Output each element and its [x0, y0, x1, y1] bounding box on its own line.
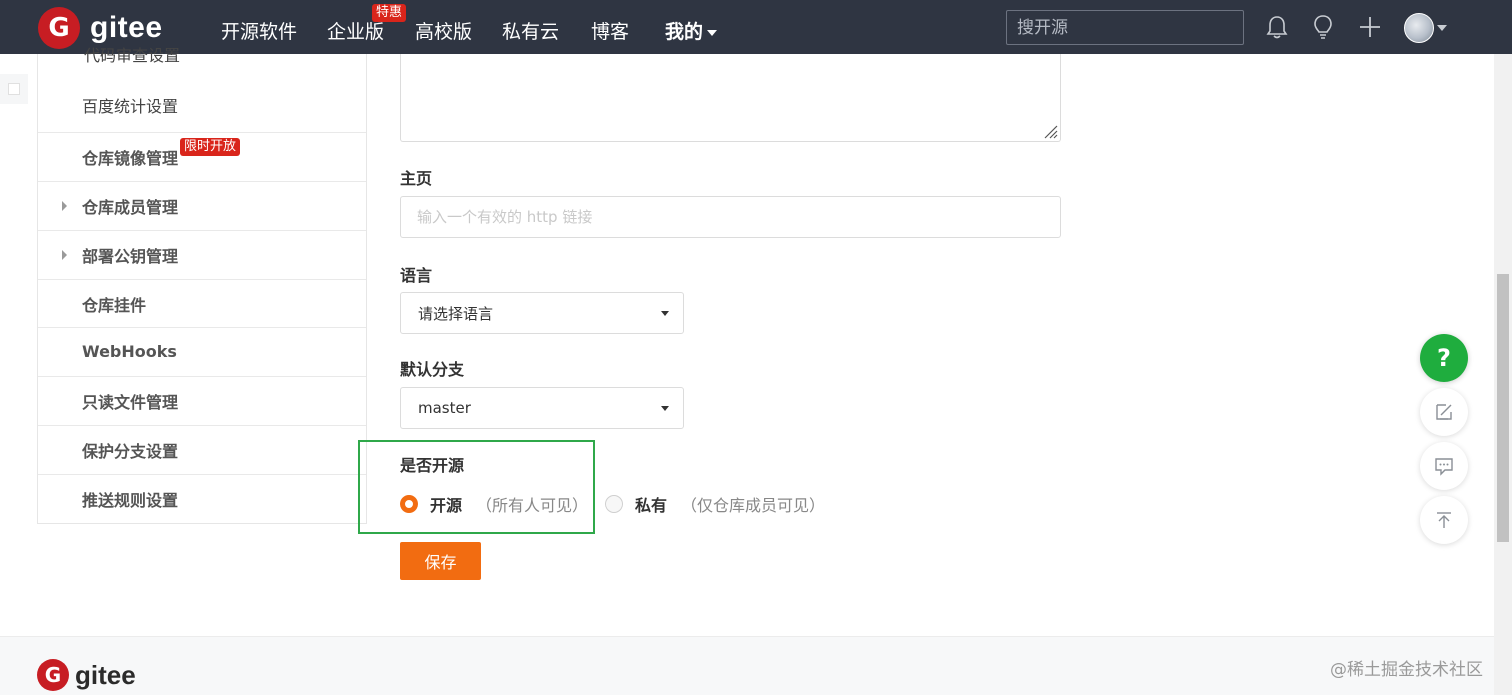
sidebar-item-readonly-files[interactable]: 只读文件管理: [38, 376, 366, 424]
footer-brand[interactable]: G gitee: [37, 659, 136, 691]
sidebar-item-label: WebHooks: [82, 342, 177, 361]
sidebar-collapse-toggle[interactable]: [0, 74, 28, 104]
help-button[interactable]: ?: [1420, 334, 1468, 382]
sidebar-item-label: 部署公钥管理: [82, 246, 179, 266]
comment-icon: [1435, 458, 1453, 476]
language-label: 语言: [400, 266, 433, 285]
homepage-input[interactable]: [400, 196, 1061, 238]
radio-public[interactable]: 开源 （所有人可见）: [400, 492, 588, 516]
sidebar-item-label: 仓库成员管理: [82, 197, 179, 217]
radio-private[interactable]: 私有 （仅仓库成员可见）: [605, 492, 825, 516]
sidebar-item-label: 推送规则设置: [82, 490, 179, 510]
sidebar-item-push-rules[interactable]: 推送规则设置: [38, 474, 366, 522]
description-textarea[interactable]: [400, 54, 1061, 142]
visibility-label: 是否开源: [400, 456, 465, 475]
scrollbar-thumb[interactable]: [1497, 274, 1509, 542]
settings-sidebar: 代码审查设置 百度统计设置 仓库镜像管理 仓库成员管理 部署公钥管理 仓库挂件 …: [37, 46, 367, 524]
back-to-top-icon: [1437, 512, 1451, 528]
gitee-logo-icon: G: [38, 7, 80, 49]
default-branch-select[interactable]: master: [400, 387, 684, 429]
limited-badge: 限时开放: [180, 138, 241, 156]
bell-icon[interactable]: [1263, 13, 1291, 41]
radio-public-note: （所有人可见）: [476, 496, 589, 515]
default-branch-label: 默认分支: [400, 360, 465, 379]
sidebar-item-widgets[interactable]: 仓库挂件: [38, 279, 366, 327]
nav-open-source[interactable]: 开源软件: [221, 17, 297, 44]
visibility-highlight-box: [358, 440, 595, 534]
edit-icon: [1436, 404, 1452, 420]
search-input[interactable]: [1006, 10, 1244, 45]
sidebar-item-partial[interactable]: 代码审查设置: [84, 42, 180, 64]
help-icon: ?: [1437, 344, 1451, 372]
back-to-top-button[interactable]: [1420, 496, 1468, 544]
sidebar-item-label: 仓库挂件: [82, 295, 147, 315]
watermark-text: @稀土掘金技术社区: [1330, 660, 1483, 680]
sidebar-item-deploy-keys[interactable]: 部署公钥管理: [38, 230, 366, 278]
resize-grip-icon[interactable]: [1042, 123, 1058, 139]
brand-name: gitee: [90, 11, 163, 44]
page-footer: G gitee @稀土掘金技术社区: [0, 636, 1494, 695]
homepage-label: 主页: [400, 169, 433, 188]
nav-mine[interactable]: 我的: [665, 17, 718, 44]
language-select-value: 请选择语言: [418, 304, 494, 323]
gitee-footer-logo-icon: G: [37, 659, 69, 691]
sidebar-item-webhooks[interactable]: WebHooks: [38, 327, 366, 375]
nav-blog[interactable]: 博客: [591, 17, 629, 44]
radio-private-note: （仅仓库成员可见）: [681, 496, 826, 515]
page-scrollbar[interactable]: [1494, 54, 1512, 695]
lightbulb-icon[interactable]: [1309, 13, 1337, 41]
caret-down-icon: [661, 311, 669, 316]
sidebar-item-label: 仓库镜像管理: [82, 148, 179, 168]
sidebar-item-members[interactable]: 仓库成员管理: [38, 181, 366, 229]
save-button[interactable]: 保存: [400, 542, 481, 580]
radio-unselected-icon[interactable]: [605, 495, 623, 513]
sidebar-item-label: 保护分支设置: [82, 441, 179, 461]
sidebar-item-label: 百度统计设置: [82, 97, 179, 116]
chevron-down-icon: [707, 29, 718, 36]
feedback-button[interactable]: [1420, 388, 1468, 436]
nav-mine-label: 我的: [665, 21, 704, 43]
radio-private-label: 私有: [635, 496, 668, 515]
collapse-square-icon: [8, 83, 20, 95]
nav-private-cloud[interactable]: 私有云: [502, 17, 559, 44]
sidebar-item-label: 只读文件管理: [82, 392, 179, 412]
top-nav: G gitee 开源软件 企业版 特惠 高校版 私有云 博客 我的: [0, 0, 1512, 54]
radio-selected-icon[interactable]: [400, 495, 418, 513]
radio-public-label: 开源: [430, 496, 463, 515]
language-select[interactable]: 请选择语言: [400, 292, 684, 334]
hot-badge: 特惠: [372, 4, 407, 22]
avatar-chevron-down-icon[interactable]: [1437, 25, 1447, 31]
avatar[interactable]: [1404, 13, 1434, 43]
caret-down-icon: [661, 406, 669, 411]
plus-icon[interactable]: [1356, 13, 1384, 41]
comment-button[interactable]: [1420, 442, 1468, 490]
sidebar-item-protected-branches[interactable]: 保护分支设置: [38, 425, 366, 473]
expand-triangle-icon[interactable]: [62, 200, 67, 211]
footer-brand-name: gitee: [75, 659, 136, 690]
expand-triangle-icon[interactable]: [62, 249, 67, 260]
default-branch-value: master: [418, 399, 471, 417]
nav-education[interactable]: 高校版: [415, 17, 472, 44]
sidebar-item-baidu-stats[interactable]: 百度统计设置: [38, 81, 366, 129]
